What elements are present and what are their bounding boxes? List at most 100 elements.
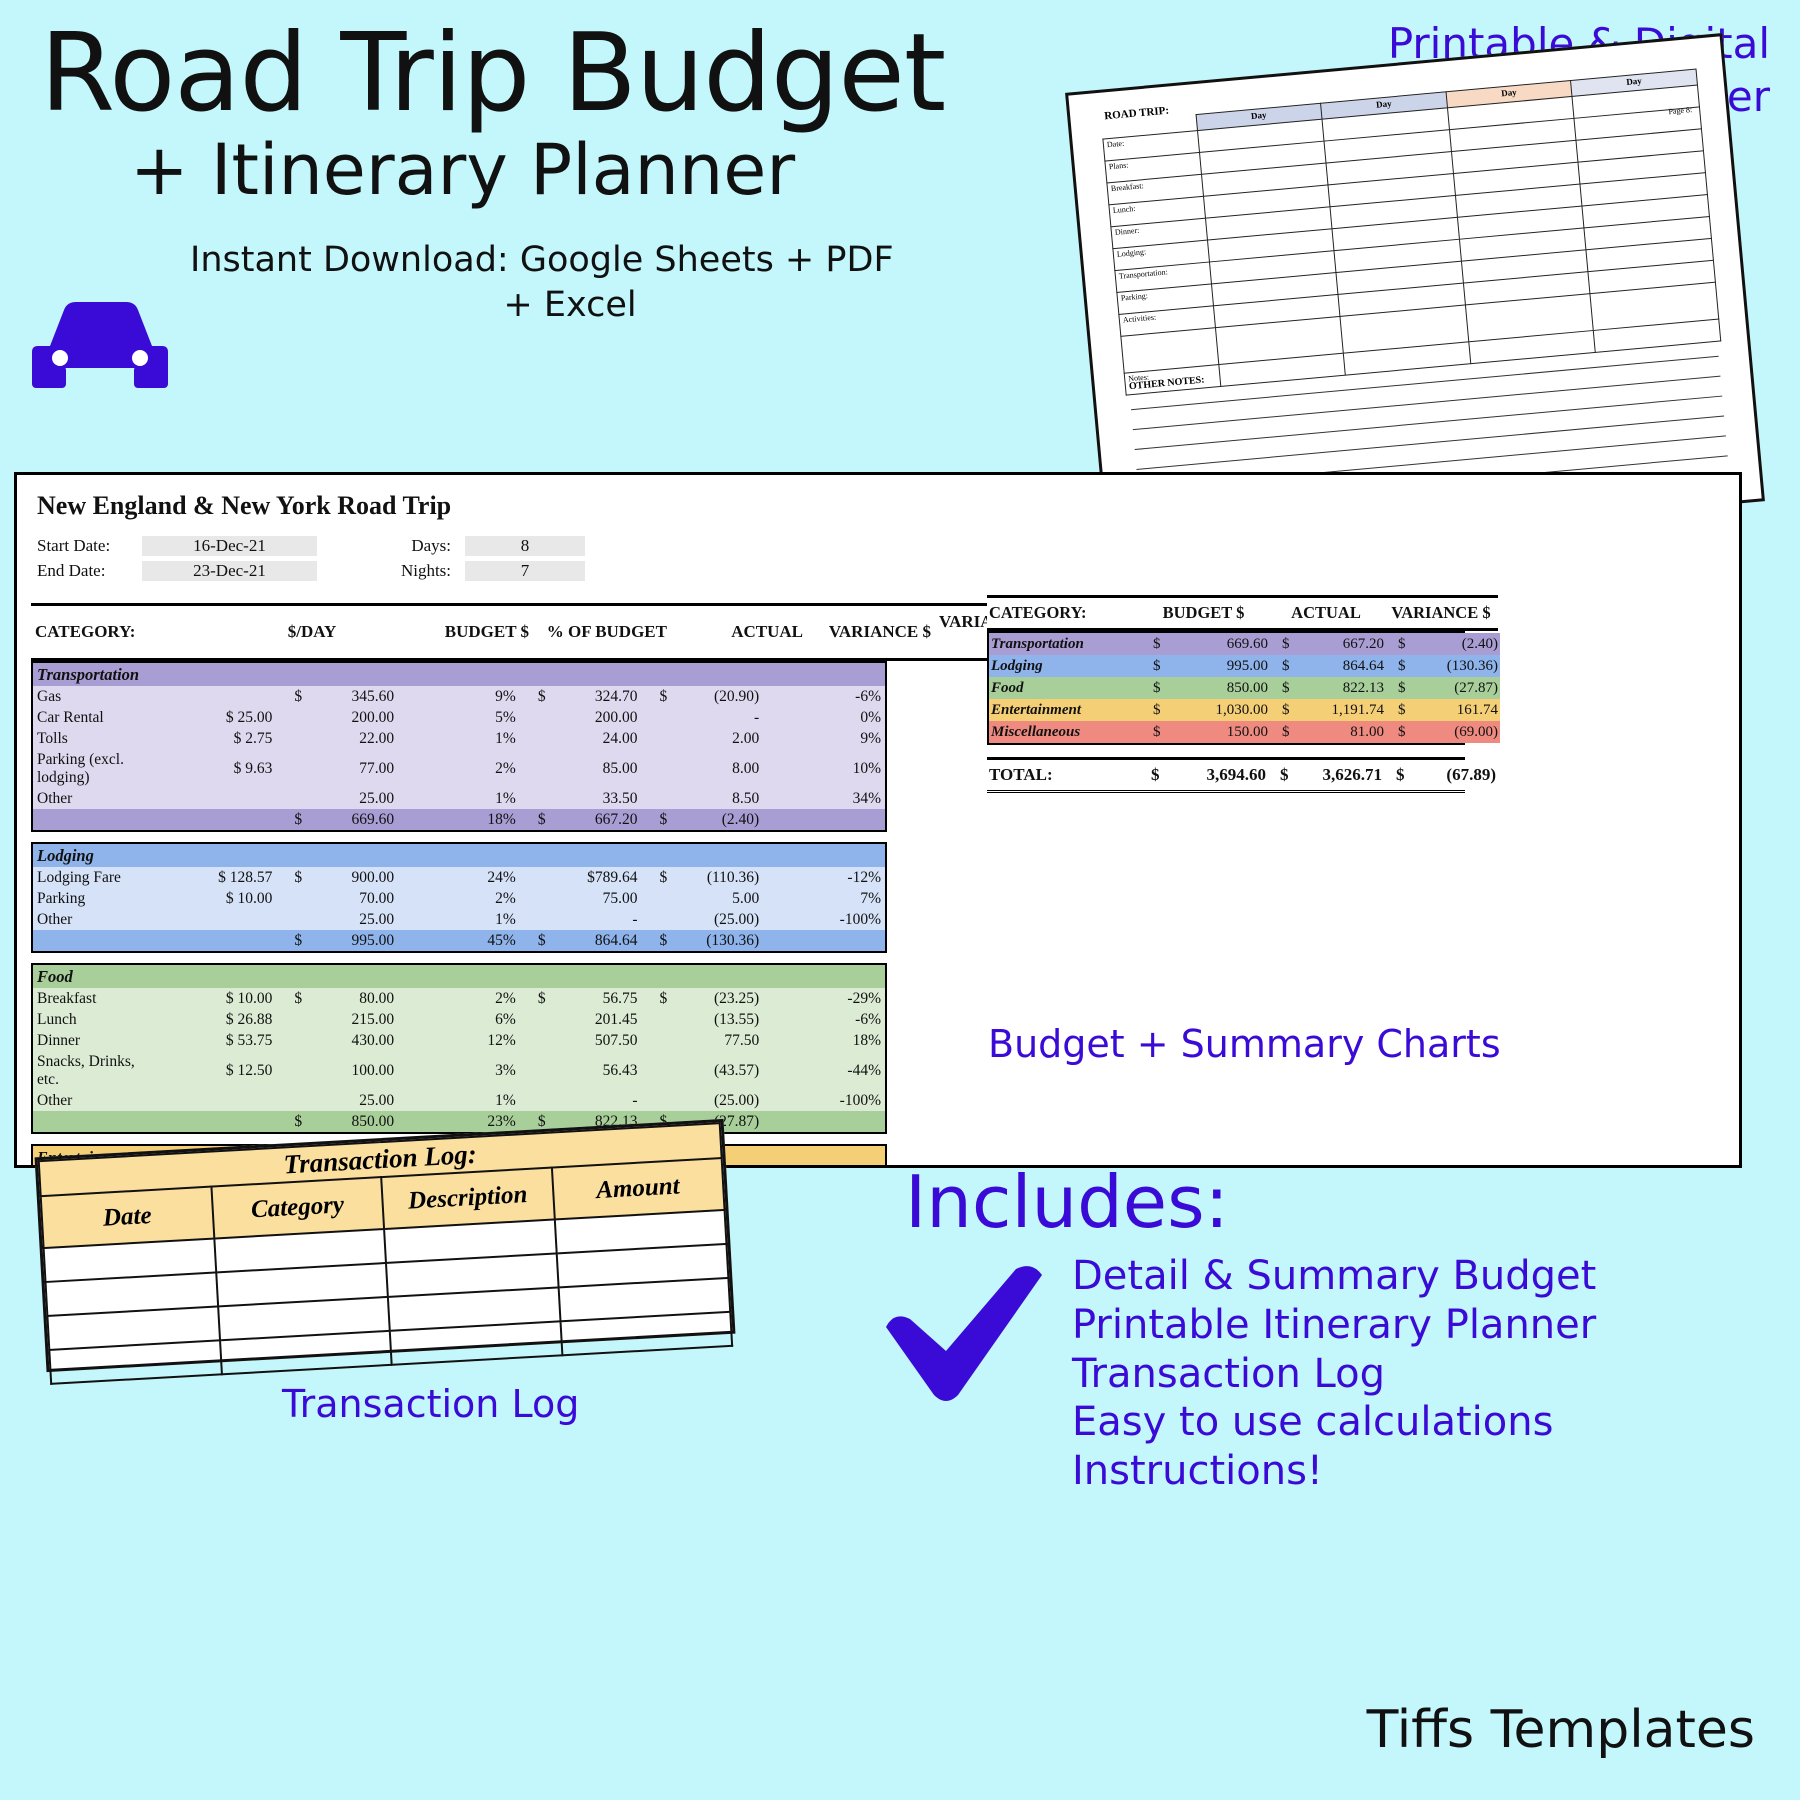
row-budget: 25.00 (359, 1091, 395, 1109)
summary-variance: $ (2.40) (1398, 635, 1498, 652)
table-row[interactable]: Lunch $ 26.88 215.00 6% 201.45 (13.55) -6% (33, 1009, 885, 1030)
table-row[interactable]: Miscellaneous $150.00 $81.00 $ (69.00) (989, 721, 1500, 743)
detail-header-row: CATEGORY: $/DAY BUDGET $ % OF BUDGET ACT… (31, 603, 1028, 661)
section-total-budget: $850.00 (294, 1112, 395, 1130)
row-variance-pct: -44% (847, 1061, 881, 1079)
row-variance: $ (20.90) (659, 687, 760, 705)
days-value[interactable]: 8 (465, 535, 585, 556)
start-date-value[interactable]: 16-Dec-21 (142, 535, 317, 556)
table-row[interactable]: Breakfast $ 10.00 $80.00 2% $56.75 $ (23.25) -2… (33, 988, 885, 1009)
section-total-budget: $995.00 (294, 931, 395, 949)
summary-variance: $ (130.36) (1398, 657, 1498, 674)
table-row[interactable]: Parking $ 10.00 70.00 2% 75.00 5.00 7% (33, 888, 885, 909)
row-budget: $345.60 (294, 687, 395, 705)
row-pct: 3% (495, 1061, 516, 1079)
total-label: TOTAL: (989, 765, 1053, 784)
table-row[interactable]: Lodging $995.00 $864.64 $ (130.36) (989, 655, 1500, 677)
table-row[interactable]: Other 25.00 1% - (25.00) -100% (33, 1090, 885, 1111)
table-row[interactable]: Tolls $ 2.75 22.00 1% 24.00 2.00 9% (33, 728, 885, 749)
row-label: Parking (37, 889, 86, 907)
days-label: Days: (411, 535, 451, 555)
summary-total-row: TOTAL: $3,694.60 $3,626.71 $ (67.89) (987, 757, 1496, 793)
row-variance: 2.00 (732, 729, 760, 747)
row-variance-pct: 10% (852, 759, 881, 777)
summary-label: Transportation (991, 635, 1084, 652)
itinerary-grid: Day Day Day Day Date: Plans: Breakfast: … (1101, 69, 1721, 396)
row-actual: 75.00 (602, 889, 638, 907)
row-variance-pct: 9% (860, 729, 881, 747)
page-title: Road Trip Budget (40, 11, 946, 136)
table-row[interactable]: Food $850.00 $822.13 $ (27.87) (989, 677, 1500, 699)
row-variance: (25.00) (714, 1091, 760, 1109)
summary-actual: $667.20 (1282, 635, 1384, 652)
row-pct: 6% (495, 1010, 516, 1028)
table-row[interactable]: Transportation $669.60 $667.20 $ (2.40) (989, 633, 1500, 655)
summary-budget: $995.00 (1153, 657, 1268, 674)
row-per-day: $ 10.00 (225, 989, 273, 1007)
row-budget: 70.00 (359, 889, 395, 907)
row-variance: $ (110.36) (659, 868, 760, 886)
summary-header-row: CATEGORY: BUDGET $ ACTUAL VARIANCE $ (987, 595, 1498, 631)
end-date-value[interactable]: 23-Dec-21 (142, 560, 317, 581)
row-pct: 2% (495, 759, 516, 777)
row-budget: 100.00 (351, 1061, 395, 1079)
row-variance: 8.50 (732, 789, 760, 807)
row-variance-pct: 0% (860, 708, 881, 726)
row-variance: 5.00 (732, 889, 760, 907)
col-per-day: $/DAY (249, 603, 375, 661)
row-pct: 5% (495, 708, 516, 726)
row-label: Dinner (37, 1031, 81, 1049)
summary-variance: $ (27.87) (1398, 679, 1498, 696)
checkmark-icon (886, 1266, 1042, 1401)
row-actual: $789.64 (587, 868, 638, 886)
sum-col-budget: BUDGET $ (1139, 595, 1268, 631)
row-variance: - (754, 708, 760, 726)
table-row[interactable]: Snacks, Drinks, etc. $ 12.50 100.00 3% 56.43… (33, 1051, 885, 1090)
summary-budget: $850.00 (1153, 679, 1268, 696)
list-item: Instructions! (1072, 1448, 1323, 1495)
row-variance-pct: 18% (852, 1031, 881, 1049)
budget-section-lodging: Lodging Lodging Fare $ 128.57 $900.00 24% $78… (31, 842, 887, 953)
table-row[interactable]: Gas $345.60 9% $324.70 $ (20.90) -6% (33, 686, 885, 707)
row-pct: 1% (495, 729, 516, 747)
spreadsheet-title: New England & New York Road Trip (37, 491, 452, 520)
row-pct: 2% (495, 989, 516, 1007)
charts-caption: Budget + Summary Charts (988, 1022, 1501, 1066)
summary-variance: $ (69.00) (1398, 723, 1498, 740)
row-pct: 2% (495, 889, 516, 907)
section-header: Food (33, 965, 885, 988)
row-actual: $324.70 (537, 687, 638, 705)
table-row[interactable]: Lodging Fare $ 128.57 $900.00 24% $789.64 $ (1… (33, 867, 885, 888)
summary-label: Entertainment (991, 701, 1082, 718)
row-budget: 430.00 (351, 1031, 395, 1049)
car-icon (32, 302, 168, 388)
table-row[interactable]: Entertainment $1,030.00 $1,191.74 $161.74 (989, 699, 1500, 721)
summary-budget: $150.00 (1153, 723, 1268, 740)
row-budget: 77.00 (359, 759, 395, 777)
row-label: Parking (excl. lodging) (37, 750, 124, 786)
table-row[interactable]: Other 25.00 1% - (25.00) -100% (33, 909, 885, 930)
nights-value[interactable]: 7 (465, 560, 585, 581)
section-total-pct: 45% (487, 931, 516, 949)
row-per-day (155, 909, 277, 930)
row-per-day: $ 2.75 (233, 729, 273, 747)
row-label: Lodging Fare (37, 868, 121, 886)
row-actual: 201.45 (594, 1010, 638, 1028)
budget-section-transportation: Transportation Gas $345.60 9% $324.70 $ (20.90… (31, 661, 887, 832)
transaction-log-preview: Transaction Log: Date Category Descripti… (34, 1118, 736, 1384)
col-budget: BUDGET $ (375, 603, 533, 661)
table-row[interactable]: Car Rental $ 25.00 200.00 5% 200.00 - 0% (33, 707, 885, 728)
row-per-day (155, 788, 277, 809)
row-variance: (43.57) (714, 1061, 760, 1079)
table-row[interactable]: Dinner $ 53.75 430.00 12% 507.50 77.50 18% (33, 1030, 885, 1051)
row-per-day: $ 128.57 (218, 868, 273, 886)
table-row[interactable]: Other 25.00 1% 33.50 8.50 34% (33, 788, 885, 809)
row-actual: - (632, 1091, 638, 1109)
section-header: Transportation (33, 663, 885, 686)
includes-title: Includes: (905, 1160, 1229, 1244)
row-pct: 12% (487, 1031, 516, 1049)
col-pct-of-budget: % OF BUDGET (533, 603, 671, 661)
row-variance-pct: -6% (855, 1010, 881, 1028)
table-row[interactable]: Parking (excl. lodging) $ 9.63 77.00 2% 85.0… (33, 749, 885, 788)
start-date-label: Start Date: (37, 535, 111, 555)
